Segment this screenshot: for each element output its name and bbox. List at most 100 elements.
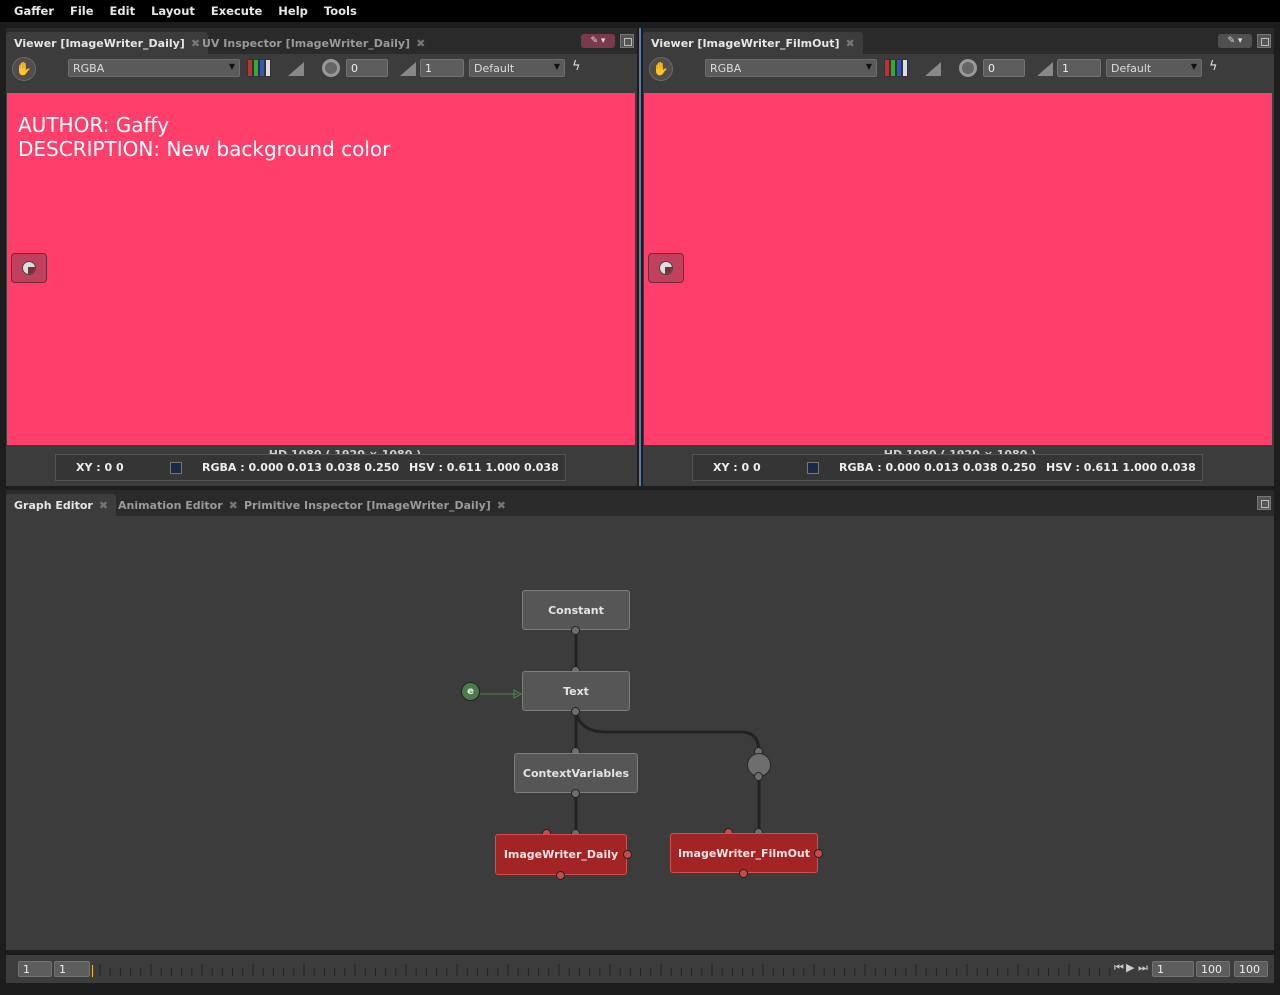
layout-menu-icon[interactable] (1257, 34, 1271, 48)
viewer-canvas[interactable] (644, 93, 1272, 445)
view-mode-icon (659, 261, 673, 275)
lightning-icon[interactable]: ϟ (1209, 59, 1218, 74)
pixel-info-bar: XY : 0 0 RGBA : 0.000 0.013 0.038 0.250 … (692, 454, 1203, 481)
color-swatch-icon[interactable] (247, 59, 271, 77)
menu-layout[interactable]: Layout (143, 4, 203, 18)
lightning-icon[interactable]: ϟ (572, 59, 581, 74)
chevron-down-icon: ▼ (553, 62, 560, 71)
hsv-readout: HSV : 0.611 1.000 0.038 (409, 461, 559, 474)
node-imagewriter-filmout[interactable]: ImageWriter_FilmOut (670, 833, 818, 873)
display-transform-value: Default (1111, 62, 1152, 75)
menu-help[interactable]: Help (270, 4, 316, 18)
display-transform-select[interactable]: Default ▼ (1106, 59, 1202, 77)
ramp-icon (288, 62, 304, 76)
play-icon[interactable]: ▶ (1126, 961, 1134, 974)
rgba-readout: RGBA : 0.000 0.013 0.038 0.250 (839, 461, 1037, 474)
xy-readout: XY : 0 0 (76, 461, 124, 474)
graph-editor-panel: Graph Editor ✖ Animation Editor ✖ Primit… (6, 490, 1274, 950)
menu-tools[interactable]: Tools (316, 4, 365, 18)
view-mode-button[interactable] (648, 253, 684, 283)
exposure-field[interactable]: 0 (983, 59, 1025, 77)
viewer-panel-left: Viewer [ImageWriter_Daily] ✖ UV Inspecto… (6, 28, 637, 486)
plug-out[interactable] (556, 871, 565, 880)
gamma-icon (1037, 62, 1053, 76)
plug-out[interactable] (623, 850, 632, 859)
tab-label: Viewer [ImageWriter_Daily] (14, 36, 185, 50)
expression-badge[interactable]: e (461, 682, 480, 701)
plug-out[interactable] (754, 772, 763, 781)
description-text: DESCRIPTION: New background color (18, 137, 391, 161)
plug-out[interactable] (571, 707, 580, 716)
vertical-splitter[interactable] (639, 28, 641, 486)
menu-execute[interactable]: Execute (203, 4, 270, 18)
pin-button[interactable]: ✎ ▾ (581, 34, 615, 48)
chevron-down-icon: ▼ (228, 62, 235, 71)
connection-text-dot (574, 712, 761, 753)
author-text: AUTHOR: Gaffy (18, 113, 170, 137)
node-text[interactable]: Text (522, 671, 630, 711)
display-transform-select[interactable]: Default ▼ (469, 59, 565, 77)
viewer-canvas[interactable]: AUTHOR: Gaffy DESCRIPTION: New backgroun… (7, 93, 635, 445)
chevron-down-icon: ▼ (1190, 62, 1197, 71)
pixel-swatch-icon (170, 462, 182, 474)
plug-out[interactable] (571, 789, 580, 798)
plug-out[interactable] (571, 626, 580, 635)
node-constant[interactable]: Constant (522, 590, 630, 630)
close-icon[interactable]: ✖ (846, 37, 855, 50)
xy-readout: XY : 0 0 (713, 461, 761, 474)
end-frame-field[interactable]: 100 (1196, 961, 1230, 977)
menu-file[interactable]: File (62, 4, 102, 18)
plug-out[interactable] (739, 869, 748, 878)
channels-value: RGBA (73, 62, 105, 75)
hand-icon[interactable]: ✋ (12, 57, 36, 81)
close-icon[interactable]: ✖ (416, 37, 425, 50)
gamma-field[interactable]: 1 (1057, 59, 1101, 77)
jump-end-icon[interactable]: ⏭ (1138, 961, 1148, 975)
graph-connections (480, 631, 761, 833)
menu-edit[interactable]: Edit (102, 4, 144, 18)
frame-ruler[interactable] (92, 955, 1112, 983)
channels-value: RGBA (710, 62, 742, 75)
pixel-info-bar: XY : 0 0 RGBA : 0.000 0.013 0.038 0.250 … (55, 454, 566, 481)
menu-bar: Gaffer File Edit Layout Execute Help Too… (0, 0, 1280, 22)
current-start-field[interactable]: 1 (54, 961, 90, 977)
chevron-down-icon: ▼ (865, 62, 872, 71)
pin-button[interactable]: ✎ ▾ (1218, 34, 1252, 48)
start-frame-field[interactable]: 1 (18, 961, 52, 977)
rgba-readout: RGBA : 0.000 0.013 0.038 0.250 (202, 461, 400, 474)
color-swatch-icon[interactable] (884, 59, 908, 77)
display-transform-value: Default (474, 62, 515, 75)
view-mode-icon (22, 261, 36, 275)
view-mode-button[interactable] (11, 253, 47, 283)
tab-bar: Viewer [ImageWriter_FilmOut] ✖ ✎ ▾ (643, 28, 1274, 54)
timeline-bar: 1 1 ⏮ ▶ ⏭ 1 100 100 (6, 955, 1274, 983)
tab-viewer-daily[interactable]: Viewer [ImageWriter_Daily] ✖ (6, 32, 209, 54)
node-context-variables[interactable]: ContextVariables (514, 753, 638, 793)
pixel-swatch-icon (807, 462, 819, 474)
tab-viewer-filmout[interactable]: Viewer [ImageWriter_FilmOut] ✖ (643, 32, 863, 54)
hsv-readout: HSV : 0.611 1.000 0.038 (1046, 461, 1196, 474)
ramp-icon (925, 62, 941, 76)
exposure-field[interactable]: 0 (346, 59, 388, 77)
aperture-icon[interactable] (322, 59, 340, 77)
gamma-field[interactable]: 1 (420, 59, 464, 77)
aperture-icon[interactable] (959, 59, 977, 77)
menu-gaffer[interactable]: Gaffer (6, 4, 62, 18)
channels-select[interactable]: RGBA ▼ (705, 59, 877, 77)
range-end-field[interactable]: 100 (1234, 961, 1268, 977)
tab-bar: Viewer [ImageWriter_Daily] ✖ UV Inspecto… (6, 28, 637, 54)
jump-start-icon[interactable]: ⏮ (1114, 961, 1124, 975)
gamma-icon (400, 62, 416, 76)
channels-select[interactable]: RGBA ▼ (68, 59, 240, 77)
node-imagewriter-daily[interactable]: ImageWriter_Daily (495, 834, 627, 875)
viewer-toolbar: ✋ RGBA ▼ 0 1 Default ▼ ϟ (643, 54, 1274, 82)
viewer-toolbar: ✋ RGBA ▼ 0 1 Default ▼ ϟ (6, 54, 637, 82)
tab-uv-inspector[interactable]: UV Inspector [ImageWriter_Daily] ✖ (194, 32, 433, 54)
tab-label: Viewer [ImageWriter_FilmOut] (651, 36, 840, 50)
viewer-panel-right: Viewer [ImageWriter_FilmOut] ✖ ✎ ▾ ✋ RGB… (643, 28, 1274, 486)
frame-field[interactable]: 1 (1152, 961, 1194, 977)
layout-menu-icon[interactable] (620, 34, 634, 48)
tab-label: UV Inspector [ImageWriter_Daily] (202, 36, 411, 50)
plug-out[interactable] (814, 849, 823, 858)
hand-icon[interactable]: ✋ (649, 57, 673, 81)
